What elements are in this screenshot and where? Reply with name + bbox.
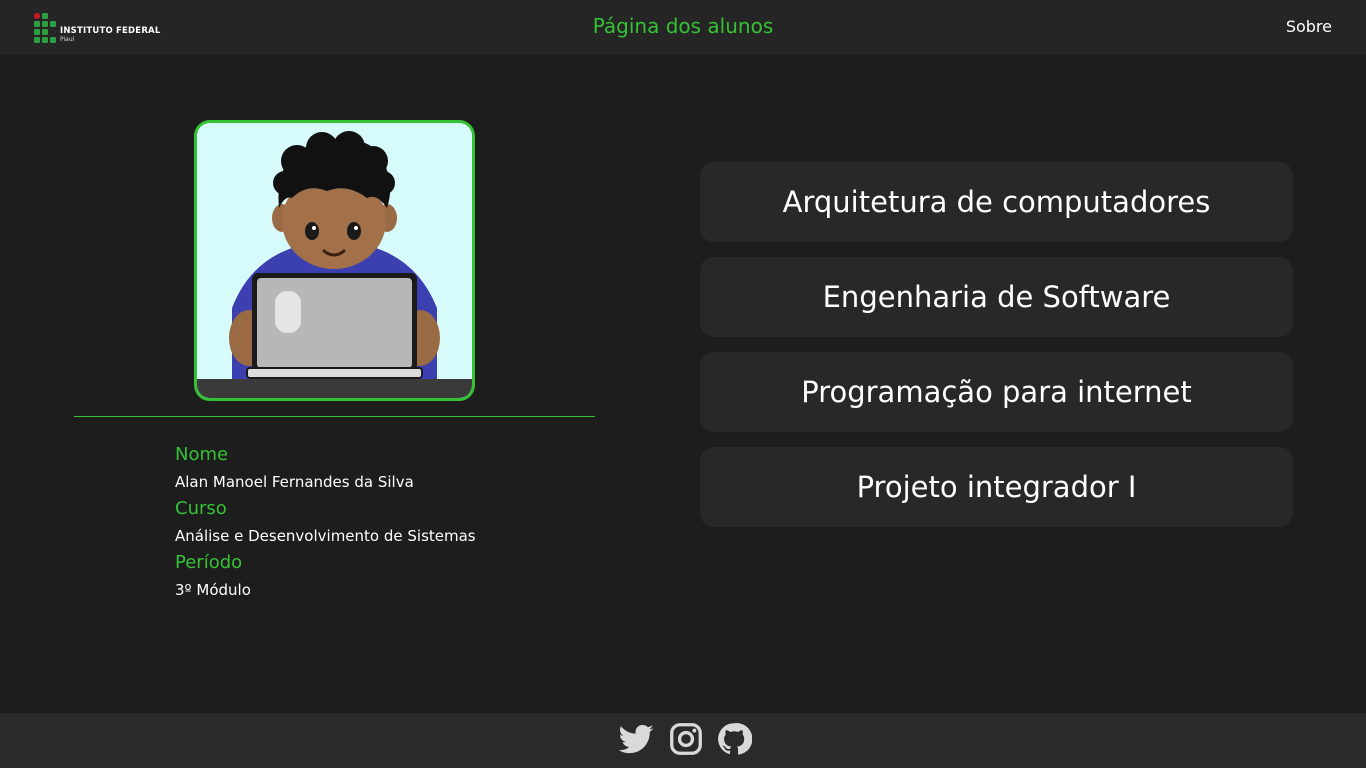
top-navbar: INSTITUTO FEDERAL Piauí Página dos aluno… <box>0 0 1366 55</box>
about-link[interactable]: Sobre <box>1286 17 1332 36</box>
subject-card-arquitetura[interactable]: Arquitetura de computadores <box>700 162 1293 242</box>
student-illustration <box>197 123 472 398</box>
period-label: Período <box>175 552 243 573</box>
subjects-list: Arquitetura de computadores Engenharia d… <box>700 162 1293 542</box>
name-value: Alan Manoel Fernandes da Silva <box>175 473 414 491</box>
profile-divider <box>74 416 595 417</box>
course-label: Curso <box>175 498 227 519</box>
period-value: 3º Módulo <box>175 581 251 599</box>
name-label: Nome <box>175 444 229 465</box>
subject-card-engenharia[interactable]: Engenharia de Software <box>700 257 1293 337</box>
subject-card-programacao[interactable]: Programação para internet <box>700 352 1293 432</box>
student-info: Nome Alan Manoel Fernandes da Silva Curs… <box>175 444 615 606</box>
instagram-icon[interactable] <box>668 721 704 761</box>
github-icon[interactable] <box>716 721 753 761</box>
student-avatar <box>194 120 475 401</box>
twitter-icon[interactable] <box>617 721 655 763</box>
course-value: Análise e Desenvolvimento de Sistemas <box>175 527 476 545</box>
page-title: Página dos alunos <box>592 14 774 38</box>
subject-card-projeto[interactable]: Projeto integrador I <box>700 447 1293 527</box>
footer <box>0 713 1366 768</box>
